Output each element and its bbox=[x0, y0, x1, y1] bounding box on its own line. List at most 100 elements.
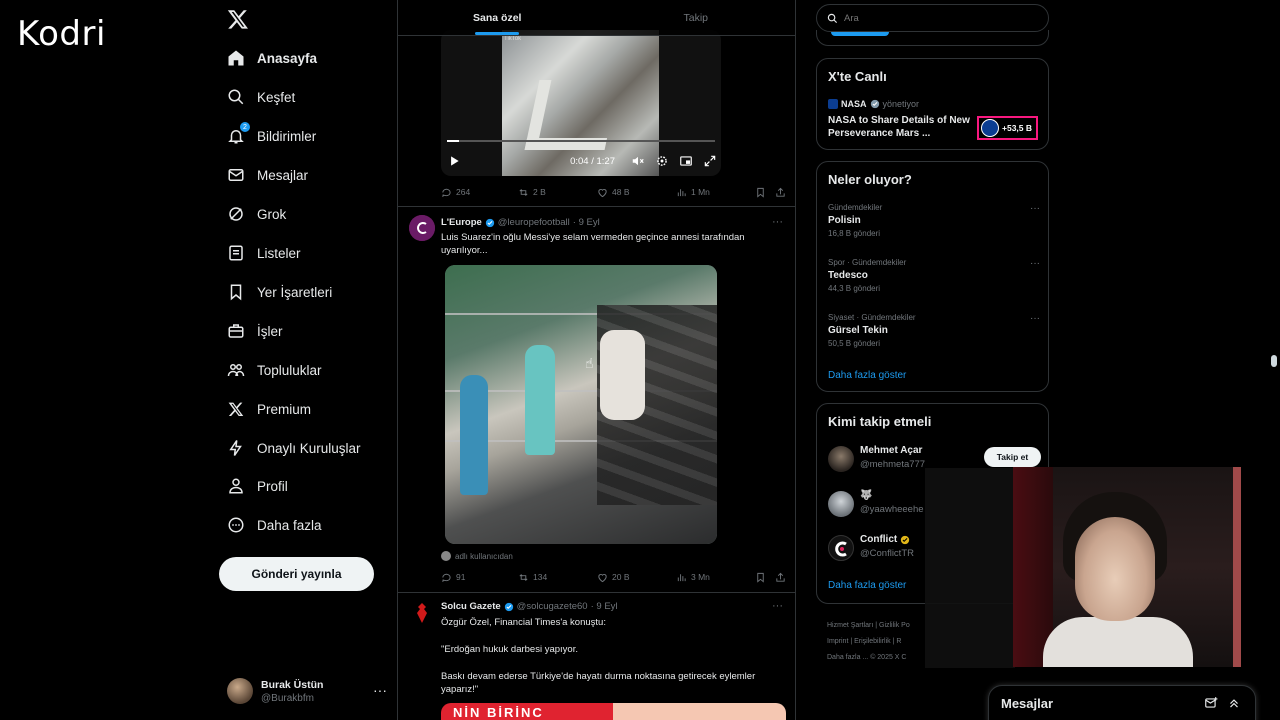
like-count: 20 B bbox=[612, 572, 630, 582]
tweet-time[interactable]: · 9 Eyl bbox=[591, 601, 618, 612]
bookmark-icon bbox=[757, 572, 764, 583]
live-listener-count[interactable]: +53,5 B bbox=[977, 116, 1038, 140]
new-message-icon[interactable] bbox=[1204, 696, 1218, 710]
reply-icon bbox=[442, 188, 451, 197]
tweet-media-image[interactable]: ☝ bbox=[445, 265, 717, 544]
repost-icon bbox=[519, 188, 528, 196]
tweet-text-line: "Erdoğan hukuk darbesi yapıyor. bbox=[441, 644, 578, 655]
avatar[interactable] bbox=[409, 215, 435, 241]
tweet-text-line: Baskı devam ederse Türkiye'de hayatı dur… bbox=[441, 671, 756, 695]
list-icon bbox=[227, 244, 245, 262]
tweet-author-name[interactable]: Solcu Gazete bbox=[441, 601, 501, 612]
bookmark-button[interactable] bbox=[755, 187, 770, 198]
like-button[interactable]: 48 B bbox=[597, 187, 630, 198]
tweet-author-handle[interactable]: @leuropefootball bbox=[498, 217, 570, 228]
page-scrollbar[interactable] bbox=[1271, 355, 1277, 367]
more-dots-icon[interactable]: ··· bbox=[373, 682, 387, 698]
share-icon bbox=[776, 572, 785, 582]
more-dots-icon[interactable]: ··· bbox=[772, 600, 783, 612]
mute-icon[interactable] bbox=[631, 154, 645, 168]
x-logo-icon[interactable] bbox=[227, 8, 249, 30]
picture-in-picture-icon[interactable] bbox=[679, 154, 693, 168]
tweet-author-name[interactable]: L'Europe bbox=[441, 217, 482, 228]
trends-card-title: Neler oluyor? bbox=[828, 172, 912, 187]
reply-button[interactable]: 91 bbox=[441, 572, 465, 583]
tab-for-you[interactable]: Sana özel bbox=[398, 0, 597, 35]
tab-following[interactable]: Takip bbox=[597, 0, 796, 35]
verified-badge-icon bbox=[504, 602, 513, 611]
video-progress-bar[interactable] bbox=[447, 140, 715, 142]
repost-button[interactable]: 2 B bbox=[518, 187, 546, 198]
trend-name: Polisin bbox=[828, 215, 861, 226]
reply-count: 91 bbox=[456, 572, 466, 582]
nav-item-jobs[interactable]: İşler bbox=[227, 316, 283, 346]
fullscreen-icon[interactable] bbox=[703, 154, 717, 168]
nav-item-profile[interactable]: Profil bbox=[227, 471, 288, 501]
share-button[interactable] bbox=[775, 572, 790, 583]
tweet-media-image[interactable]: NİN BİRİNC bbox=[441, 703, 786, 720]
nav-item-explore[interactable]: Keşfet bbox=[227, 82, 295, 112]
webcam-overlay bbox=[1013, 467, 1241, 667]
live-role: yönetiyor bbox=[882, 99, 920, 109]
trend-count: 16,8 B gönderi bbox=[828, 229, 881, 238]
views-chart-icon bbox=[677, 188, 686, 196]
bookmark-button[interactable] bbox=[755, 572, 770, 583]
avatar[interactable] bbox=[409, 600, 435, 626]
nav-item-label: Keşfet bbox=[257, 89, 296, 105]
nav-item-verified-orgs[interactable]: Onaylı Kuruluşlar bbox=[227, 433, 361, 463]
trend-item[interactable]: Siyaset · Gündemdekiler Gürsel Tekin 50,… bbox=[828, 313, 1040, 348]
follow-button[interactable]: Takip et bbox=[984, 447, 1041, 467]
nav-item-grok[interactable]: Grok bbox=[227, 199, 286, 229]
play-icon[interactable] bbox=[447, 154, 461, 168]
nav-item-messages[interactable]: Mesajlar bbox=[227, 160, 308, 190]
nav-item-premium[interactable]: Premium bbox=[227, 394, 311, 424]
trend-item[interactable]: Spor · Gündemdekiler Tedesco 44,3 B gönd… bbox=[828, 258, 1040, 293]
share-button[interactable] bbox=[775, 187, 790, 198]
post-button[interactable]: Gönderi yayınla bbox=[219, 557, 374, 591]
nav-item-bookmarks[interactable]: Yer İşaretleri bbox=[227, 277, 332, 307]
nav-item-communities[interactable]: Topluluklar bbox=[227, 355, 322, 385]
messages-drawer[interactable]: Mesajlar bbox=[988, 685, 1256, 720]
search-input[interactable] bbox=[844, 12, 1034, 24]
gold-verified-badge-icon bbox=[901, 535, 910, 544]
trends-show-more-link[interactable]: Daha fazla göster bbox=[828, 370, 906, 381]
avatar bbox=[828, 491, 854, 517]
nav-item-lists[interactable]: Listeler bbox=[227, 238, 301, 268]
views-button[interactable]: 3 Mn bbox=[676, 572, 710, 583]
avatar bbox=[227, 678, 253, 704]
repost-button[interactable]: 134 bbox=[518, 572, 547, 583]
expand-up-icon[interactable] bbox=[1227, 696, 1241, 710]
video-player[interactable]: TikTok 0:04 / 1:27 bbox=[441, 30, 721, 176]
conflict-logo-icon bbox=[835, 541, 847, 557]
account-handle: @Burakbfm bbox=[261, 692, 314, 704]
trend-item[interactable]: Gündemdekiler Polisin 16,8 B gönderi ··· bbox=[828, 203, 1040, 238]
nav-item-home[interactable]: Anasayfa bbox=[227, 43, 317, 73]
messages-drawer-title: Mesajlar bbox=[1001, 696, 1054, 711]
nav-item-notifications[interactable]: 2 Bildirimler bbox=[227, 121, 316, 151]
like-button[interactable]: 20 B bbox=[597, 572, 630, 583]
mail-icon bbox=[227, 166, 245, 184]
suggestion-handle: @mehmeta777 bbox=[860, 459, 926, 470]
bell-icon: 2 bbox=[227, 122, 250, 145]
search-bar[interactable] bbox=[816, 4, 1049, 32]
more-dots-icon[interactable]: ··· bbox=[772, 216, 783, 228]
account-switcher[interactable]: Burak Üstün @Burakbfm ··· bbox=[227, 676, 387, 706]
who-show-more-link[interactable]: Daha fazla göster bbox=[828, 580, 906, 591]
more-dots-icon[interactable]: ··· bbox=[1030, 313, 1040, 324]
settings-icon[interactable] bbox=[655, 154, 669, 168]
card-remnant bbox=[816, 30, 1049, 46]
subscribe-button[interactable] bbox=[831, 32, 889, 36]
more-dots-icon[interactable]: ··· bbox=[1030, 203, 1040, 214]
nav-item-label: Profil bbox=[257, 478, 288, 494]
nav-item-more[interactable]: Daha fazla bbox=[227, 510, 322, 540]
tweet-author-handle[interactable]: @solcugazete60 bbox=[517, 601, 588, 612]
lightning-icon bbox=[227, 439, 245, 457]
timeline-tabs: Sana özel Takip bbox=[398, 0, 795, 36]
tweet-time[interactable]: · 9 Eyl bbox=[573, 217, 600, 228]
nasa-logo-icon bbox=[981, 119, 999, 137]
media-credit[interactable]: adlı kullanıcıdan bbox=[441, 551, 513, 561]
views-button[interactable]: 1 Mn bbox=[676, 187, 710, 198]
reply-button[interactable]: 264 bbox=[441, 187, 470, 198]
more-dots-icon[interactable]: ··· bbox=[1030, 258, 1040, 269]
repost-count: 2 B bbox=[533, 187, 546, 197]
